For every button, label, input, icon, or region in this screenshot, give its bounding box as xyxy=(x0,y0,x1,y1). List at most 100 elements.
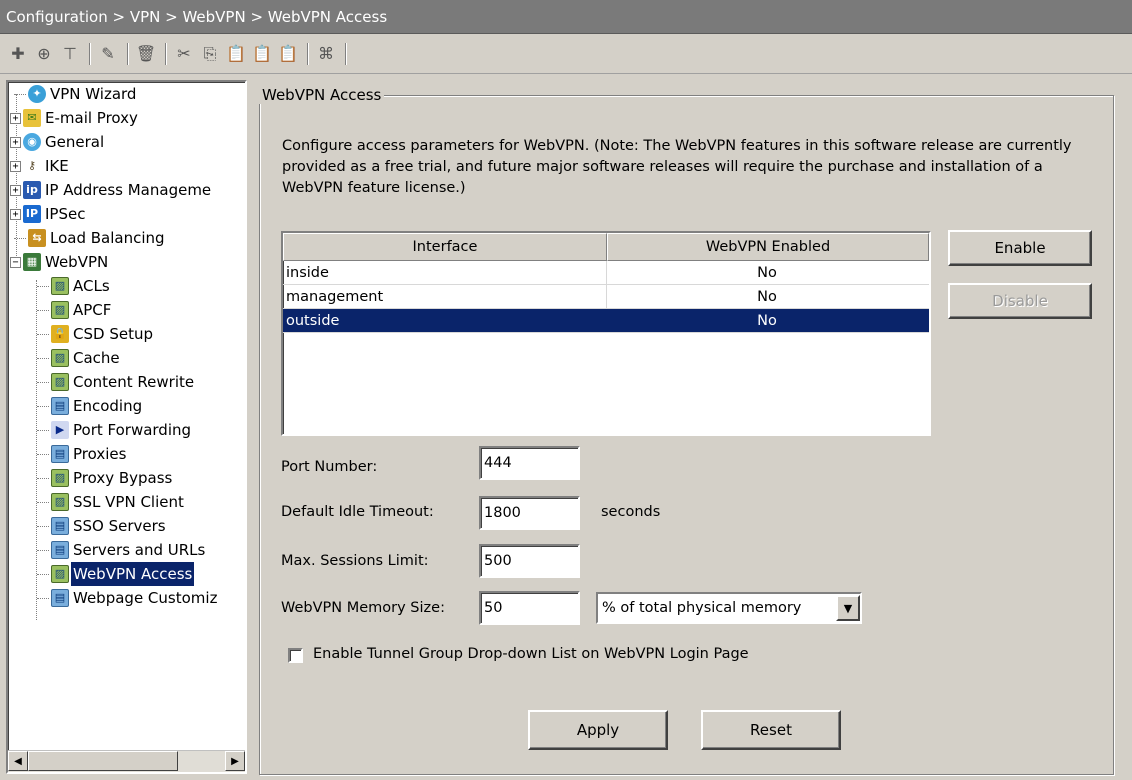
chevron-down-icon[interactable]: ▼ xyxy=(836,595,860,621)
cut-icon[interactable]: ✂ xyxy=(172,42,196,66)
apply-button[interactable]: Apply xyxy=(528,710,668,750)
delete-icon[interactable]: 🗑 xyxy=(134,42,158,66)
tree-item-email-proxy[interactable]: + ✉ E-mail Proxy xyxy=(10,106,140,130)
tree-item-webpage-customization[interactable]: ▤ Webpage Customiz xyxy=(37,586,219,610)
wizard-icon: ✦ xyxy=(28,85,46,103)
tree-item-label: VPN Wizard xyxy=(50,85,137,103)
disable-button[interactable]: Disable xyxy=(948,283,1092,319)
tree-item-acls[interactable]: ▨ ACLs xyxy=(37,274,112,298)
toolbar-separator xyxy=(165,42,167,65)
tree-connector xyxy=(14,93,26,95)
scroll-left-icon[interactable]: ◀ xyxy=(8,751,28,771)
port-forwarding-icon: ▶ xyxy=(51,421,69,439)
reset-button[interactable]: Reset xyxy=(701,710,841,750)
tree-item-ike[interactable]: + ⚷ IKE xyxy=(10,154,71,178)
tree-item-content-rewrite[interactable]: ▨ Content Rewrite xyxy=(37,370,196,394)
ipsec-icon: IP xyxy=(23,205,41,223)
sso-servers-icon: ▤ xyxy=(51,517,69,535)
tree-item-label: General xyxy=(45,133,105,151)
table-row[interactable]: management No xyxy=(283,285,929,309)
tree-connector xyxy=(37,453,49,455)
tree-item-label: WebVPN xyxy=(45,253,109,271)
tree-connector xyxy=(37,309,49,311)
edit-icon[interactable]: ✎ xyxy=(96,42,120,66)
enable-button[interactable]: Enable xyxy=(948,230,1092,266)
scrollbar-track[interactable] xyxy=(178,751,225,772)
scrollbar-thumb[interactable] xyxy=(28,751,178,771)
scroll-right-icon[interactable]: ▶ xyxy=(225,751,245,771)
memory-size-input[interactable] xyxy=(479,591,580,625)
tree-connector xyxy=(37,429,49,431)
memory-unit-select[interactable]: % of total physical memory ▼ xyxy=(596,592,862,624)
paste-before-icon[interactable]: 📋 xyxy=(276,42,300,66)
expand-icon[interactable]: + xyxy=(10,184,21,196)
ip-address-icon: ip xyxy=(23,181,41,199)
tree-item-ipsec[interactable]: + IP IPSec xyxy=(10,202,87,226)
expand-icon[interactable]: + xyxy=(10,208,21,220)
tree-connector xyxy=(14,237,26,239)
collapse-icon[interactable]: − xyxy=(10,256,21,268)
tree-connector xyxy=(37,525,49,527)
proxy-bypass-icon: ▨ xyxy=(51,469,69,487)
cache-icon: ▨ xyxy=(51,349,69,367)
tree-item-sso-servers[interactable]: ▤ SSO Servers xyxy=(37,514,168,538)
port-number-label: Port Number: xyxy=(281,459,378,475)
max-sessions-input[interactable] xyxy=(479,544,580,578)
tree-connector xyxy=(37,549,49,551)
table-row[interactable]: inside No xyxy=(283,261,929,285)
paste-after-icon[interactable]: 📋 xyxy=(250,42,274,66)
group-title: WebVPN Access xyxy=(259,86,385,104)
add-icon[interactable]: ✚ xyxy=(6,42,30,66)
tree-item-apcf[interactable]: ▨ APCF xyxy=(37,298,113,322)
webvpn-access-icon: ▨ xyxy=(51,565,69,583)
paste-icon[interactable]: 📋 xyxy=(224,42,248,66)
expand-icon[interactable]: + xyxy=(10,112,21,124)
breadcrumb: Configuration > VPN > WebVPN > WebVPN Ac… xyxy=(6,8,388,26)
tree-item-label: E-mail Proxy xyxy=(45,109,138,127)
tree-connector xyxy=(37,381,49,383)
tree-item-proxy-bypass[interactable]: ▨ Proxy Bypass xyxy=(37,466,174,490)
memory-unit-value: % of total physical memory xyxy=(602,600,802,616)
key-icon: ⚷ xyxy=(27,159,37,172)
tree-item-cache[interactable]: ▨ Cache xyxy=(37,346,122,370)
column-header-interface[interactable]: Interface xyxy=(283,233,607,261)
horizontal-scrollbar[interactable]: ◀ ▶ xyxy=(8,750,245,772)
idle-timeout-label: Default Idle Timeout: xyxy=(281,504,434,520)
insert-before-icon[interactable]: ⊤ xyxy=(58,42,82,66)
tree-item-vpn-wizard[interactable]: ✦ VPN Wizard xyxy=(14,82,138,106)
mail-icon: ✉ xyxy=(23,109,41,127)
expand-icon[interactable]: + xyxy=(10,160,21,172)
tree-item-csd-setup[interactable]: 🔒 CSD Setup xyxy=(37,322,155,346)
tree-item-label: Content Rewrite xyxy=(73,373,195,391)
tunnel-group-checkbox-label[interactable]: Enable Tunnel Group Drop-down List on We… xyxy=(313,646,749,662)
copy-icon[interactable]: ⎘ xyxy=(198,42,222,66)
content-rewrite-icon: ▨ xyxy=(51,373,69,391)
toolbar-separator xyxy=(127,42,129,65)
tree-item-ssl-vpn-client[interactable]: ▨ SSL VPN Client xyxy=(37,490,186,514)
insert-after-icon[interactable]: ⊕ xyxy=(32,42,56,66)
idle-timeout-input[interactable] xyxy=(479,496,580,530)
find-icon[interactable]: ⌘ xyxy=(314,42,338,66)
tree-item-load-balancing[interactable]: ⇆ Load Balancing xyxy=(14,226,167,250)
cell-enabled: No xyxy=(757,289,777,305)
tree-item-webvpn-access[interactable]: ▨ WebVPN Access xyxy=(37,562,195,586)
toolbar-separator xyxy=(307,42,309,65)
port-number-input[interactable] xyxy=(479,446,580,480)
tree-item-proxies[interactable]: ▤ Proxies xyxy=(37,442,128,466)
tree-item-webvpn[interactable]: − ▦ WebVPN xyxy=(10,250,110,274)
navigation-tree: ✦ VPN Wizard + ✉ E-mail Proxy + ◉ Genera… xyxy=(6,80,247,774)
table-row-selected[interactable]: outside No xyxy=(283,309,929,333)
expand-icon[interactable]: + xyxy=(10,136,21,148)
tunnel-group-checkbox[interactable] xyxy=(288,648,303,663)
idle-timeout-unit: seconds xyxy=(601,504,661,520)
tree-item-label: IKE xyxy=(45,157,69,175)
table-header: Interface WebVPN Enabled xyxy=(283,233,929,261)
tree-item-general[interactable]: + ◉ General xyxy=(10,130,106,154)
tree-item-port-forwarding[interactable]: ▶ Port Forwarding xyxy=(37,418,193,442)
tree-item-encoding[interactable]: ▤ Encoding xyxy=(37,394,144,418)
tree-item-ip-address-management[interactable]: + ip IP Address Manageme xyxy=(10,178,213,202)
tree-item-servers-and-urls[interactable]: ▤ Servers and URLs xyxy=(37,538,207,562)
encoding-icon: ▤ xyxy=(51,397,69,415)
column-header-webvpn-enabled[interactable]: WebVPN Enabled xyxy=(607,233,929,261)
tree-item-label: Proxies xyxy=(73,445,127,463)
